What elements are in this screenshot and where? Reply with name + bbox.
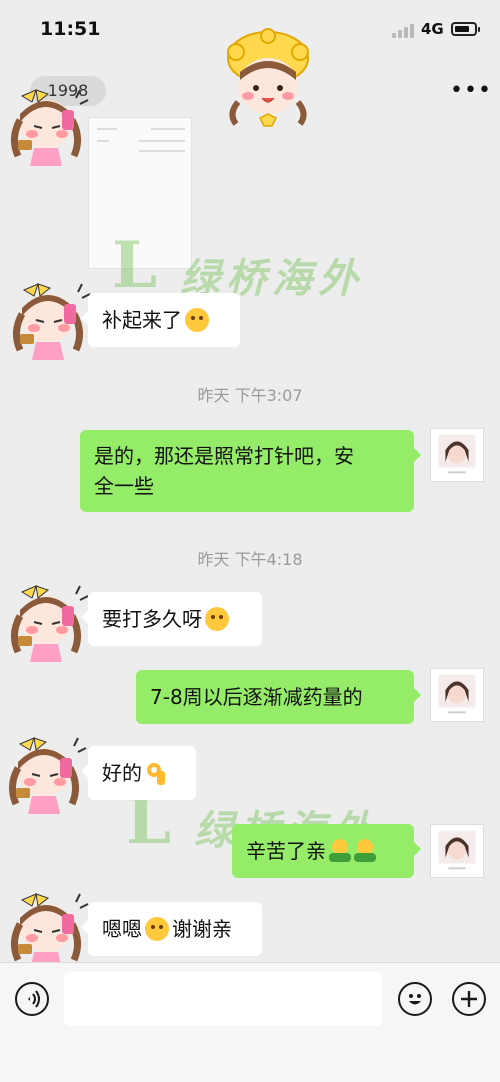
hug-face-icon bbox=[354, 839, 376, 863]
timestamp: 昨天 下午3:07 bbox=[197, 386, 303, 405]
message-bubble[interactable]: 要打多久呀 bbox=[81, 592, 262, 646]
voice-icon[interactable] bbox=[15, 982, 49, 1016]
message-text: 7-8周以后逐渐减药量的 bbox=[150, 685, 363, 709]
plus-icon[interactable] bbox=[452, 982, 486, 1016]
battery-icon bbox=[451, 22, 480, 36]
more-icon[interactable]: ••• bbox=[450, 80, 492, 102]
status-time: 11:51 bbox=[40, 18, 101, 40]
message-bubble[interactable]: 是的，那还是照常打针吧，安 全一些 bbox=[80, 430, 421, 512]
hug-face-icon bbox=[329, 839, 351, 863]
emoji-icon[interactable] bbox=[398, 982, 432, 1016]
message-bubble[interactable]: 补起来了 bbox=[81, 293, 240, 347]
self-avatar[interactable] bbox=[430, 668, 484, 722]
laughing-face-icon bbox=[185, 308, 209, 332]
watermark-logo: L bbox=[112, 228, 157, 303]
message-text: 谢谢亲 bbox=[172, 917, 232, 941]
contact-avatar[interactable] bbox=[6, 76, 90, 166]
message-bubble[interactable]: 辛苦了亲 bbox=[232, 824, 421, 878]
contact-avatar[interactable] bbox=[8, 270, 92, 360]
message-text: 是的，那还是照常打针吧，安 全一些 bbox=[94, 444, 354, 498]
timestamp: 昨天 下午4:18 bbox=[197, 550, 303, 569]
smiling-face-icon bbox=[145, 917, 169, 941]
message-text: 辛苦了亲 bbox=[246, 839, 326, 863]
message-bubble[interactable]: 嗯嗯 谢谢亲 bbox=[81, 902, 262, 956]
message-text: 好的 bbox=[102, 761, 142, 785]
message-text: 嗯嗯 bbox=[102, 917, 142, 941]
network-type: 4G bbox=[421, 20, 444, 38]
contact-avatar-large[interactable] bbox=[222, 28, 314, 132]
contact-avatar[interactable] bbox=[4, 724, 88, 814]
laughing-face-icon bbox=[205, 607, 229, 631]
message-text: 补起来了 bbox=[102, 308, 182, 332]
contact-avatar[interactable] bbox=[6, 880, 90, 970]
ok-hand-icon bbox=[145, 761, 167, 785]
message-bubble[interactable]: 7-8周以后逐渐减药量的 bbox=[136, 670, 421, 724]
message-bubble[interactable]: 好的 bbox=[81, 746, 196, 800]
message-text: 要打多久呀 bbox=[102, 607, 202, 631]
self-avatar[interactable] bbox=[430, 824, 484, 878]
self-avatar[interactable] bbox=[430, 428, 484, 482]
message-input[interactable] bbox=[64, 972, 382, 1026]
signal-icon bbox=[392, 24, 416, 38]
contact-avatar[interactable] bbox=[6, 572, 90, 662]
